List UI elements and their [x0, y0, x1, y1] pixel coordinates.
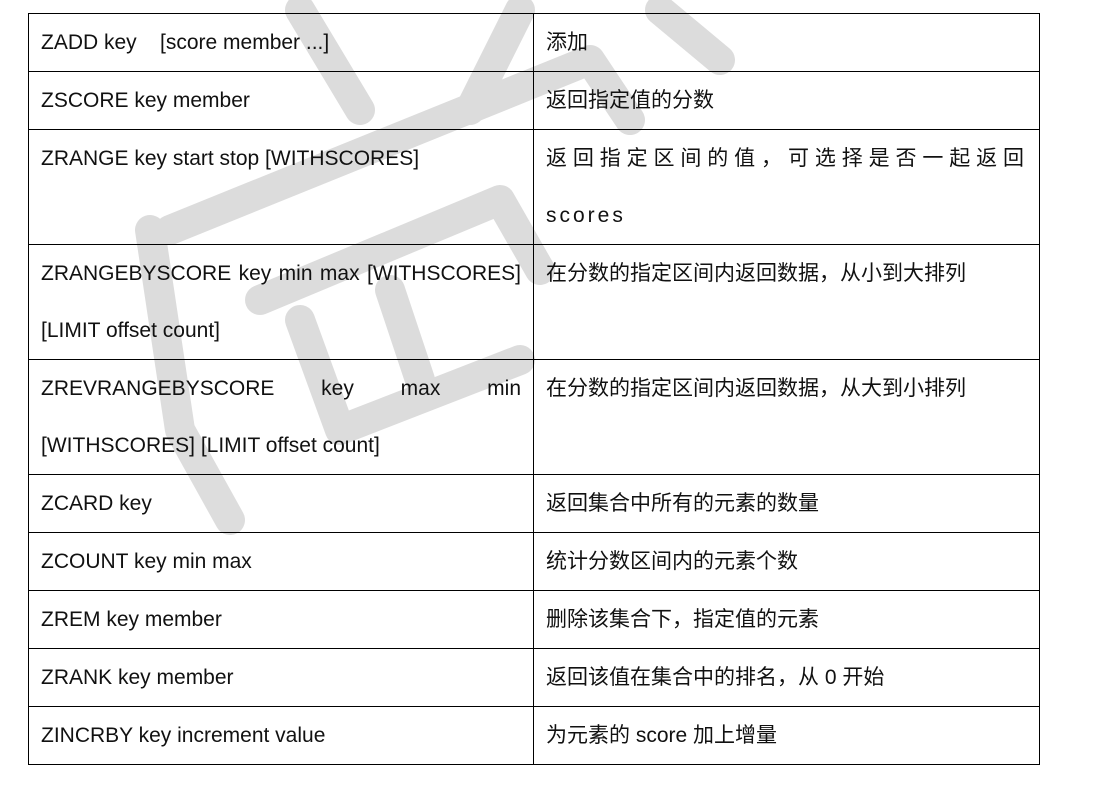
command-cell: ZCOUNT key min max — [28, 532, 534, 591]
command-cell: ZSCORE key member — [28, 71, 534, 130]
command-text: ZREVRANGEBYSCORE key max min [WITHSCORES… — [41, 377, 521, 457]
description-cell: 返回集合中所有的元素的数量 — [533, 474, 1040, 533]
table-row: ZCARD key 返回集合中所有的元素的数量 — [28, 474, 1040, 533]
table-row: ZINCRBY key increment value 为元素的 score 加… — [28, 706, 1040, 765]
command-table: ZADD key [score member ...] 添加 ZSCORE ke… — [28, 13, 1040, 765]
command-text: ZRANK key member — [41, 666, 234, 689]
command-text: ZRANGEBYSCORE key min max [WITHSCORES] [… — [41, 262, 521, 342]
description-cell: 在分数的指定区间内返回数据，从小到大排列 — [533, 244, 1040, 360]
command-text: ZREM key member — [41, 608, 222, 631]
table-row: ZREVRANGEBYSCORE key max min [WITHSCORES… — [28, 359, 1040, 475]
command-cell: ZCARD key — [28, 474, 534, 533]
command-text: ZCOUNT key min max — [41, 550, 252, 573]
command-text: ZADD key [score member ...] — [41, 31, 330, 54]
command-text: ZINCRBY key increment value — [41, 724, 326, 747]
description-text: 返回集合中所有的元素的数量 — [546, 492, 819, 515]
description-text: 在分数的指定区间内返回数据，从小到大排列 — [546, 262, 966, 285]
command-cell: ZRANGEBYSCORE key min max [WITHSCORES] [… — [28, 244, 534, 360]
description-text: 返回该值在集合中的排名，从 0 开始 — [546, 666, 885, 689]
description-cell: 为元素的 score 加上增量 — [533, 706, 1040, 765]
command-cell: ZADD key [score member ...] — [28, 13, 534, 72]
command-text: ZCARD key — [41, 492, 152, 515]
table-row: ZSCORE key member 返回指定值的分数 — [28, 71, 1040, 130]
table-row: ZADD key [score member ...] 添加 — [28, 13, 1040, 72]
description-text: 返回指定值的分数 — [546, 89, 714, 112]
description-text: 在分数的指定区间内返回数据，从大到小排列 — [546, 377, 966, 400]
description-text: 删除该集合下，指定值的元素 — [546, 608, 819, 631]
description-text: 统计分数区间内的元素个数 — [546, 550, 798, 573]
command-cell: ZRANK key member — [28, 648, 534, 707]
description-cell: 在分数的指定区间内返回数据，从大到小排列 — [533, 359, 1040, 475]
command-cell: ZREM key member — [28, 590, 534, 649]
command-text: ZSCORE key member — [41, 89, 250, 112]
table-row: ZCOUNT key min max 统计分数区间内的元素个数 — [28, 532, 1040, 591]
command-text: ZRANGE key start stop [WITHSCORES] — [41, 147, 420, 170]
description-cell: 返回指定区间的值，可选择是否一起返回 scores — [533, 129, 1040, 245]
command-cell: ZINCRBY key increment value — [28, 706, 534, 765]
description-cell: 添加 — [533, 13, 1040, 72]
command-cell: ZRANGE key start stop [WITHSCORES] — [28, 129, 534, 245]
description-text: 为元素的 score 加上增量 — [546, 724, 778, 747]
description-cell: 返回该值在集合中的排名，从 0 开始 — [533, 648, 1040, 707]
description-text: 添加 — [546, 31, 588, 54]
table-row: ZRANGE key start stop [WITHSCORES] 返回指定区… — [28, 129, 1040, 245]
table-row: ZRANGEBYSCORE key min max [WITHSCORES] [… — [28, 244, 1040, 360]
description-cell: 统计分数区间内的元素个数 — [533, 532, 1040, 591]
description-cell: 返回指定值的分数 — [533, 71, 1040, 130]
description-cell: 删除该集合下，指定值的元素 — [533, 590, 1040, 649]
table-row: ZREM key member 删除该集合下，指定值的元素 — [28, 590, 1040, 649]
description-text: 返回指定区间的值，可选择是否一起返回 scores — [546, 147, 1027, 227]
table-row: ZRANK key member 返回该值在集合中的排名，从 0 开始 — [28, 648, 1040, 707]
command-cell: ZREVRANGEBYSCORE key max min [WITHSCORES… — [28, 359, 534, 475]
